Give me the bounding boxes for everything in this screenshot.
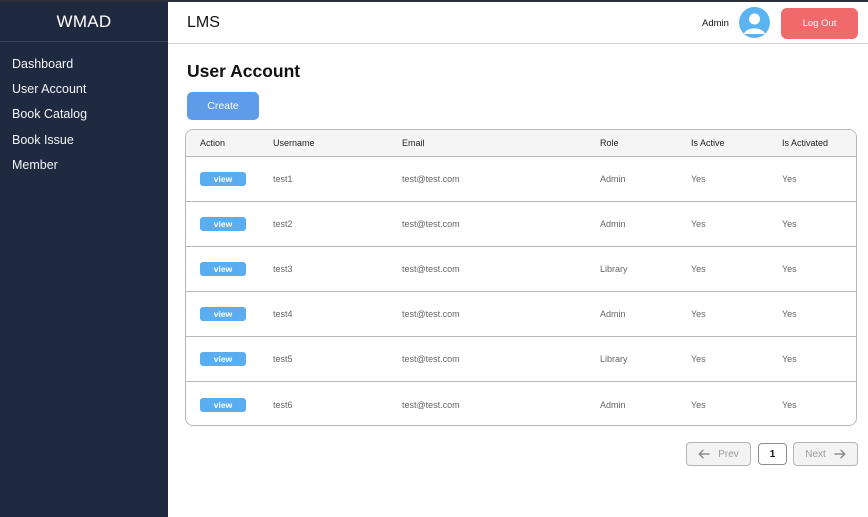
next-label: Next — [805, 448, 826, 460]
page-number[interactable]: 1 — [758, 443, 787, 465]
username-cell: test6 — [273, 399, 293, 410]
is-active-cell: Yes — [691, 309, 706, 319]
email-cell: test@test.com — [402, 264, 460, 274]
arrow-right-icon — [834, 449, 846, 459]
action-cell: view — [200, 307, 246, 321]
user-name: Admin — [702, 18, 729, 29]
is-active-cell: Yes — [691, 219, 706, 229]
role-cell: Admin — [600, 219, 626, 229]
sidebar-nav: Dashboard User Account Book Catalog Book… — [0, 42, 168, 177]
sidebar-item-dashboard[interactable]: Dashboard — [0, 51, 168, 76]
next-page-button[interactable]: Next — [793, 442, 858, 466]
column-header-username: Username — [273, 138, 315, 148]
email-cell: test@test.com — [402, 174, 460, 184]
is-activated-cell: Yes — [782, 174, 797, 184]
sidebar-item-member[interactable]: Member — [0, 152, 168, 177]
table-row: view test3 test@test.com Library Yes Yes — [186, 247, 856, 292]
role-cell: Library — [600, 264, 628, 274]
arrow-left-icon — [698, 449, 710, 459]
create-button[interactable]: Create — [187, 92, 259, 120]
sidebar-item-user-account[interactable]: User Account — [0, 76, 168, 101]
column-header-email: Email — [402, 138, 425, 148]
is-activated-cell: Yes — [782, 219, 797, 229]
table-row: view test6 test@test.com Admin Yes Yes — [186, 382, 856, 425]
action-cell: view — [200, 172, 246, 186]
action-cell: view — [200, 262, 246, 276]
column-header-is-activated: Is Activated — [782, 138, 829, 148]
role-cell: Library — [600, 354, 628, 364]
email-cell: test@test.com — [402, 399, 460, 410]
table-row: view test5 test@test.com Library Yes Yes — [186, 337, 856, 382]
username-cell: test2 — [273, 219, 293, 229]
view-button[interactable]: view — [200, 262, 246, 276]
view-button[interactable]: view — [200, 172, 246, 186]
top-header: LMS Admin Log Out — [168, 2, 868, 44]
is-activated-cell: Yes — [782, 309, 797, 319]
prev-page-button[interactable]: Prev — [686, 442, 751, 466]
column-header-action: Action — [200, 138, 226, 148]
action-cell: view — [200, 397, 246, 412]
view-button[interactable]: view — [200, 352, 246, 366]
view-button[interactable]: view — [200, 307, 246, 321]
table-row: view test4 test@test.com Admin Yes Yes — [186, 292, 856, 337]
username-cell: test1 — [273, 174, 293, 184]
app-title: LMS — [187, 14, 220, 31]
role-cell: Admin — [600, 174, 626, 184]
avatar-svg — [744, 13, 765, 34]
is-active-cell: Yes — [691, 174, 706, 184]
user-avatar-icon[interactable] — [739, 7, 770, 38]
is-active-cell: Yes — [691, 354, 706, 364]
action-cell: view — [200, 217, 246, 231]
view-button[interactable]: view — [200, 217, 246, 231]
table-header: Action Username Email Role Is Active Is … — [186, 130, 856, 157]
view-button[interactable]: view — [200, 397, 246, 412]
prev-label: Prev — [718, 448, 739, 460]
brand-logo: WMAD — [0, 2, 168, 42]
sidebar-item-book-issue[interactable]: Book Issue — [0, 127, 168, 152]
role-cell: Admin — [600, 309, 626, 319]
username-cell: test3 — [273, 264, 293, 274]
logout-button[interactable]: Log Out — [781, 8, 858, 39]
role-cell: Admin — [600, 399, 626, 410]
username-cell: test5 — [273, 354, 293, 364]
is-activated-cell: Yes — [782, 354, 797, 364]
is-activated-cell: Yes — [782, 264, 797, 274]
page-title: User Account — [187, 61, 301, 81]
table-row: view test1 test@test.com Admin Yes Yes — [186, 157, 856, 202]
column-header-role: Role — [600, 138, 619, 148]
action-cell: view — [200, 352, 246, 366]
sidebar: WMAD Dashboard User Account Book Catalog… — [0, 2, 168, 517]
is-active-cell: Yes — [691, 399, 706, 410]
is-active-cell: Yes — [691, 264, 706, 274]
sidebar-item-book-catalog[interactable]: Book Catalog — [0, 102, 168, 127]
email-cell: test@test.com — [402, 309, 460, 319]
user-table: Action Username Email Role Is Active Is … — [185, 129, 857, 426]
username-cell: test4 — [273, 309, 293, 319]
column-header-is-active: Is Active — [691, 138, 725, 148]
table-row: view test2 test@test.com Admin Yes Yes — [186, 202, 856, 247]
is-activated-cell: Yes — [782, 399, 797, 410]
email-cell: test@test.com — [402, 354, 460, 364]
email-cell: test@test.com — [402, 219, 460, 229]
